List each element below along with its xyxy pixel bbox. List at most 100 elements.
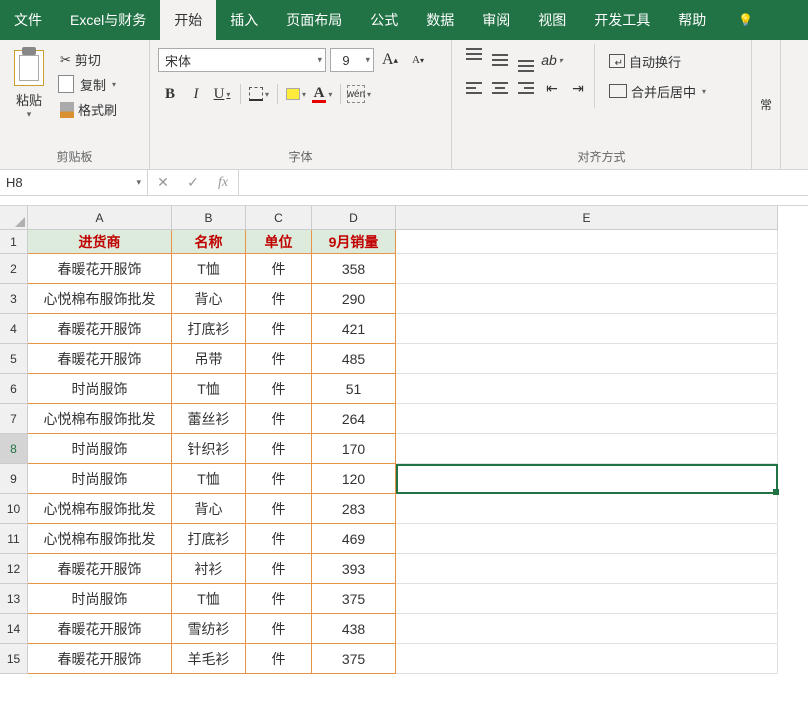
row-header-9[interactable]: 9: [0, 464, 28, 494]
row-header-10[interactable]: 10: [0, 494, 28, 524]
cell-D8[interactable]: 170: [312, 434, 396, 464]
cell-E1[interactable]: [396, 230, 778, 254]
row-header-12[interactable]: 12: [0, 554, 28, 584]
cell-E11[interactable]: [396, 524, 778, 554]
cell-D4[interactable]: 421: [312, 314, 396, 344]
row-header-13[interactable]: 13: [0, 584, 28, 614]
enter-icon[interactable]: ✓: [178, 174, 208, 191]
decrease-font-button[interactable]: A▾: [406, 48, 430, 72]
align-bottom-button[interactable]: [514, 48, 538, 72]
cell-A7[interactable]: 心悦棉布服饰批发: [28, 404, 172, 434]
align-right-button[interactable]: [514, 76, 538, 100]
row-header-14[interactable]: 14: [0, 614, 28, 644]
cell-C14[interactable]: 件: [246, 614, 312, 644]
tab-公式[interactable]: 公式: [356, 0, 412, 40]
tab-页面布局[interactable]: 页面布局: [272, 0, 356, 40]
cut-button[interactable]: ✂ 剪切: [60, 50, 117, 69]
tell-me-icon[interactable]: 💡: [728, 0, 763, 40]
cell-A8[interactable]: 时尚服饰: [28, 434, 172, 464]
cell-C15[interactable]: 件: [246, 644, 312, 674]
cell-E12[interactable]: [396, 554, 778, 584]
cell-E4[interactable]: [396, 314, 778, 344]
cell-B8[interactable]: 针织衫: [172, 434, 246, 464]
cell-E7[interactable]: [396, 404, 778, 434]
cell-A6[interactable]: 时尚服饰: [28, 374, 172, 404]
cell-C6[interactable]: 件: [246, 374, 312, 404]
cell-E2[interactable]: [396, 254, 778, 284]
underline-button[interactable]: U▾: [210, 82, 234, 106]
cell-E13[interactable]: [396, 584, 778, 614]
cell-D9[interactable]: 120: [312, 464, 396, 494]
merge-center-button[interactable]: 合并后居中▾: [603, 78, 712, 104]
cell-D14[interactable]: 438: [312, 614, 396, 644]
font-size-select[interactable]: 9▾: [330, 48, 374, 72]
font-name-select[interactable]: 宋体▾: [158, 48, 326, 72]
cell-A13[interactable]: 时尚服饰: [28, 584, 172, 614]
name-box[interactable]: H8▾: [0, 170, 148, 195]
cell-D5[interactable]: 485: [312, 344, 396, 374]
cell-C8[interactable]: 件: [246, 434, 312, 464]
row-header-2[interactable]: 2: [0, 254, 28, 284]
tab-Excel与财务[interactable]: Excel与财务: [56, 0, 160, 40]
cell-B7[interactable]: 蕾丝衫: [172, 404, 246, 434]
cell-C5[interactable]: 件: [246, 344, 312, 374]
row-header-15[interactable]: 15: [0, 644, 28, 674]
cell-C12[interactable]: 件: [246, 554, 312, 584]
fill-color-button[interactable]: ▾: [284, 82, 308, 106]
paste-button[interactable]: 粘贴 ▾: [6, 44, 52, 120]
select-all-corner[interactable]: [0, 206, 28, 230]
cell-E8[interactable]: [396, 434, 778, 464]
cell-B11[interactable]: 打底衫: [172, 524, 246, 554]
cell-C10[interactable]: 件: [246, 494, 312, 524]
row-header-1[interactable]: 1: [0, 230, 28, 254]
cell-D13[interactable]: 375: [312, 584, 396, 614]
cell-A15[interactable]: 春暖花开服饰: [28, 644, 172, 674]
cell-A3[interactable]: 心悦棉布服饰批发: [28, 284, 172, 314]
cell-A9[interactable]: 时尚服饰: [28, 464, 172, 494]
cell-D3[interactable]: 290: [312, 284, 396, 314]
cell-C3[interactable]: 件: [246, 284, 312, 314]
col-header-E[interactable]: E: [396, 206, 778, 230]
cell-C4[interactable]: 件: [246, 314, 312, 344]
cell-A1[interactable]: 进货商: [28, 230, 172, 254]
cell-D7[interactable]: 264: [312, 404, 396, 434]
cell-A11[interactable]: 心悦棉布服饰批发: [28, 524, 172, 554]
copy-button[interactable]: 复制▾: [60, 75, 117, 94]
cell-E10[interactable]: [396, 494, 778, 524]
bold-button[interactable]: B: [158, 82, 182, 106]
tab-文件[interactable]: 文件: [0, 0, 56, 40]
wrap-text-button[interactable]: 自动换行: [603, 48, 712, 74]
cell-A14[interactable]: 春暖花开服饰: [28, 614, 172, 644]
cell-B14[interactable]: 雪纺衫: [172, 614, 246, 644]
cell-B2[interactable]: T恤: [172, 254, 246, 284]
cell-B15[interactable]: 羊毛衫: [172, 644, 246, 674]
increase-indent-button[interactable]: ⇥: [566, 76, 590, 100]
cell-C7[interactable]: 件: [246, 404, 312, 434]
row-header-4[interactable]: 4: [0, 314, 28, 344]
border-button[interactable]: ▾: [247, 82, 271, 106]
cell-D11[interactable]: 469: [312, 524, 396, 554]
row-header-3[interactable]: 3: [0, 284, 28, 314]
cell-A12[interactable]: 春暖花开服饰: [28, 554, 172, 584]
align-center-button[interactable]: [488, 76, 512, 100]
increase-font-button[interactable]: A▴: [378, 48, 402, 72]
tab-审阅[interactable]: 审阅: [468, 0, 524, 40]
cell-A5[interactable]: 春暖花开服饰: [28, 344, 172, 374]
cell-D2[interactable]: 358: [312, 254, 396, 284]
cell-B6[interactable]: T恤: [172, 374, 246, 404]
cell-A10[interactable]: 心悦棉布服饰批发: [28, 494, 172, 524]
fx-icon[interactable]: fx: [208, 175, 238, 191]
cell-A2[interactable]: 春暖花开服饰: [28, 254, 172, 284]
cell-B1[interactable]: 名称: [172, 230, 246, 254]
cell-D15[interactable]: 375: [312, 644, 396, 674]
cell-B10[interactable]: 背心: [172, 494, 246, 524]
phonetic-button[interactable]: wén▾: [347, 82, 371, 106]
cell-B13[interactable]: T恤: [172, 584, 246, 614]
cell-C13[interactable]: 件: [246, 584, 312, 614]
number-format-partial[interactable]: 常: [752, 40, 781, 169]
row-header-8[interactable]: 8: [0, 434, 28, 464]
tab-数据[interactable]: 数据: [412, 0, 468, 40]
cell-D12[interactable]: 393: [312, 554, 396, 584]
font-color-button[interactable]: A▾: [310, 82, 334, 106]
row-header-11[interactable]: 11: [0, 524, 28, 554]
